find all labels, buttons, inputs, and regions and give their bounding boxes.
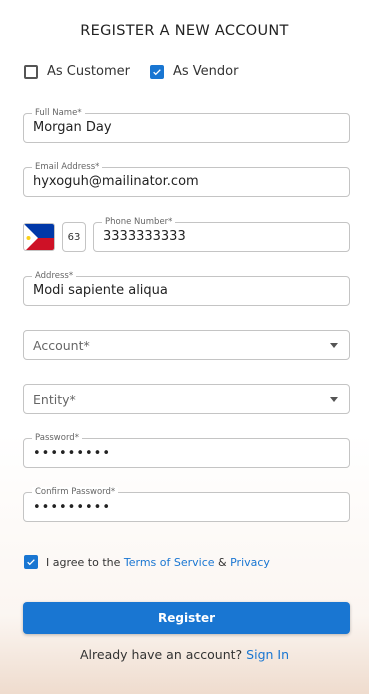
password-label: Password* <box>32 433 82 443</box>
role-customer-option[interactable]: As Customer <box>24 64 130 79</box>
full-name-value: Morgan Day <box>33 120 112 135</box>
password-field[interactable]: Password* ••••••••• <box>23 433 350 468</box>
signin-prompt: Already have an account? <box>79 647 243 662</box>
check-icon <box>27 559 35 566</box>
signin-link[interactable]: Sign In <box>246 647 289 662</box>
confirm-password-label: Confirm Password* <box>32 487 119 497</box>
phone-value: 3333333333 <box>103 229 186 244</box>
customer-checkbox[interactable] <box>24 64 38 79</box>
country-code-value: 63 <box>67 231 81 243</box>
address-field[interactable]: Address* Modi sapiente aliqua <box>23 271 350 306</box>
check-icon <box>153 68 161 75</box>
register-form: REGISTER A NEW ACCOUNT As Customer As Ve… <box>0 0 369 694</box>
terms-agreement: I agree to the Terms of Service & Privac… <box>24 555 270 569</box>
entity-placeholder: Entity* <box>33 392 76 407</box>
full-name-label: Full Name* <box>32 108 85 118</box>
register-button[interactable]: Register <box>23 602 350 634</box>
password-value: ••••••••• <box>33 446 112 461</box>
role-vendor-option[interactable]: As Vendor <box>149 64 239 79</box>
philippines-flag-icon[interactable] <box>23 223 55 251</box>
full-name-field[interactable]: Full Name* Morgan Day <box>23 108 350 143</box>
agree-text: I agree to the Terms of Service & Privac… <box>46 556 270 569</box>
email-label: Email Address* <box>32 162 103 172</box>
signin-prompt-row: Already have an account? Sign In <box>0 647 369 662</box>
chevron-down-icon <box>330 397 338 402</box>
entity-select[interactable]: Entity* <box>23 384 350 414</box>
agree-checkbox[interactable] <box>24 555 38 569</box>
vendor-checkbox[interactable] <box>149 64 164 79</box>
agree-and: & <box>218 555 227 569</box>
privacy-link[interactable]: Privacy <box>230 556 270 569</box>
email-field[interactable]: Email Address* hyxoguh@mailinator.com <box>23 162 350 197</box>
confirm-password-field[interactable]: Confirm Password* ••••••••• <box>23 487 350 522</box>
account-placeholder: Account* <box>33 338 90 353</box>
email-value: hyxoguh@mailinator.com <box>33 174 199 189</box>
phone-label: Phone Number* <box>102 217 176 227</box>
address-value: Modi sapiente aliqua <box>33 283 168 298</box>
page-title: REGISTER A NEW ACCOUNT <box>80 23 289 39</box>
customer-label: As Customer <box>47 64 130 79</box>
address-label: Address* <box>32 271 77 281</box>
chevron-down-icon <box>330 343 338 348</box>
flag-graphic <box>24 224 54 250</box>
terms-link[interactable]: Terms of Service <box>124 556 215 569</box>
confirm-password-value: ••••••••• <box>33 500 112 515</box>
account-select[interactable]: Account* <box>23 330 350 360</box>
vendor-label: As Vendor <box>172 64 239 79</box>
country-code-select[interactable]: 63 <box>62 222 86 252</box>
phone-field[interactable]: Phone Number* 3333333333 <box>93 217 350 252</box>
agree-prefix: I agree to the <box>46 555 121 569</box>
role-selector: As Customer As Vendor <box>24 64 238 79</box>
